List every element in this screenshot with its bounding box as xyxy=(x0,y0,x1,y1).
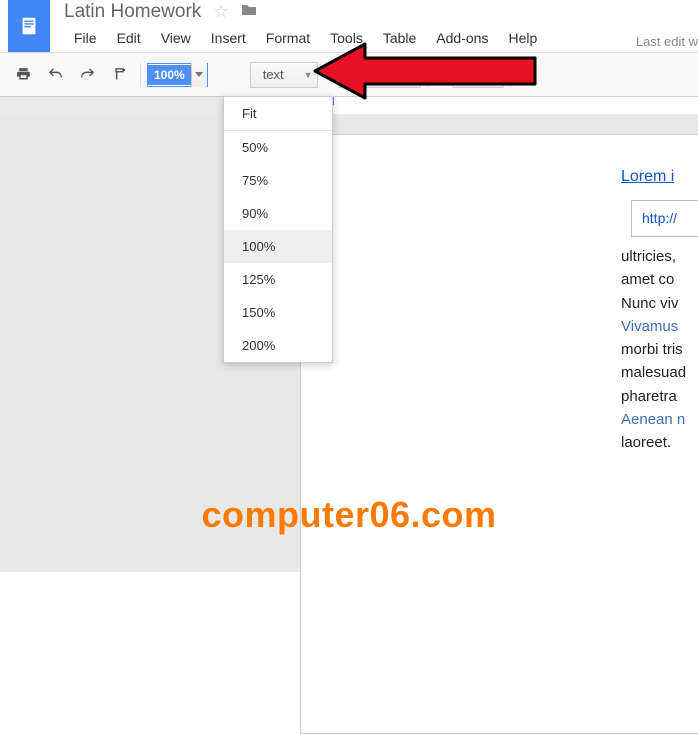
body-line: pharetra xyxy=(621,385,698,408)
body-line: Nunc viv xyxy=(621,292,698,315)
font-size-label: 11 xyxy=(463,67,477,82)
document-page[interactable]: Lorem i http:// ultricies, amet co Nunc … xyxy=(300,134,698,734)
link-tooltip[interactable]: http:// xyxy=(631,200,698,237)
zoom-menu-item-150[interactable]: 150% xyxy=(224,296,332,329)
last-edit-text[interactable]: Last edit w xyxy=(636,34,698,49)
zoom-menu-item-50[interactable]: 50% xyxy=(224,131,332,164)
body-line: amet co xyxy=(621,268,698,291)
body-line: malesuad xyxy=(621,361,698,384)
document-canvas: Lorem i http:// ultricies, amet co Nunc … xyxy=(0,114,698,572)
chevron-down-icon: ▼ xyxy=(490,70,499,80)
font-family-label: Arial xyxy=(351,67,377,82)
zoom-caret-icon xyxy=(191,63,207,87)
document-title[interactable]: Latin Homework xyxy=(64,1,201,23)
document-link[interactable]: Lorem i xyxy=(621,168,674,185)
zoom-dropdown-menu: Fit 50% 75% 90% 100% 125% 150% 200% xyxy=(223,96,333,363)
print-button[interactable] xyxy=(8,60,38,90)
star-icon[interactable]: ☆ xyxy=(213,2,228,22)
body-line: Aenean n xyxy=(621,408,698,431)
paragraph-style-label: text xyxy=(263,67,284,82)
redo-button[interactable] xyxy=(72,60,102,90)
body-line: ultricies, xyxy=(621,245,698,268)
ruler[interactable] xyxy=(0,97,698,115)
docs-app-icon[interactable] xyxy=(8,0,50,52)
menubar: File Edit View Insert Format Tools Table… xyxy=(64,26,547,50)
font-family-selector[interactable]: Arial ▼ xyxy=(338,62,421,88)
font-size-selector[interactable]: 11 ▼ xyxy=(452,62,504,88)
chevron-down-icon: ▼ xyxy=(407,70,416,80)
zoom-menu-item-fit[interactable]: Fit xyxy=(224,97,332,130)
menu-insert[interactable]: Insert xyxy=(201,26,256,50)
menu-addons[interactable]: Add-ons xyxy=(426,26,498,50)
body-line: Vivamus xyxy=(621,315,698,338)
body-line: laoreet. xyxy=(621,431,698,454)
menu-edit[interactable]: Edit xyxy=(107,26,151,50)
zoom-menu-item-200[interactable]: 200% xyxy=(224,329,332,362)
menu-view[interactable]: View xyxy=(151,26,201,50)
zoom-menu-item-75[interactable]: 75% xyxy=(224,164,332,197)
paint-format-button[interactable] xyxy=(104,60,134,90)
folder-icon[interactable] xyxy=(241,3,257,22)
zoom-selector[interactable]: 100% xyxy=(147,63,208,87)
menu-format[interactable]: Format xyxy=(256,26,320,50)
zoom-menu-item-90[interactable]: 90% xyxy=(224,197,332,230)
toolbar: 100% text ▼ Arial ▼ 11 ▼ xyxy=(0,53,698,97)
paragraph-style-selector[interactable]: text ▼ xyxy=(250,62,318,88)
link-url[interactable]: http:// xyxy=(642,210,677,226)
menu-table[interactable]: Table xyxy=(373,26,426,50)
zoom-value: 100% xyxy=(148,65,191,85)
menu-help[interactable]: Help xyxy=(498,26,547,50)
chevron-down-icon: ▼ xyxy=(304,70,313,80)
undo-button[interactable] xyxy=(40,60,70,90)
menu-tools[interactable]: Tools xyxy=(320,26,373,50)
zoom-menu-item-125[interactable]: 125% xyxy=(224,263,332,296)
zoom-menu-item-100[interactable]: 100% xyxy=(224,230,332,263)
menu-file[interactable]: File xyxy=(64,26,107,50)
body-line: morbi tris xyxy=(621,338,698,361)
